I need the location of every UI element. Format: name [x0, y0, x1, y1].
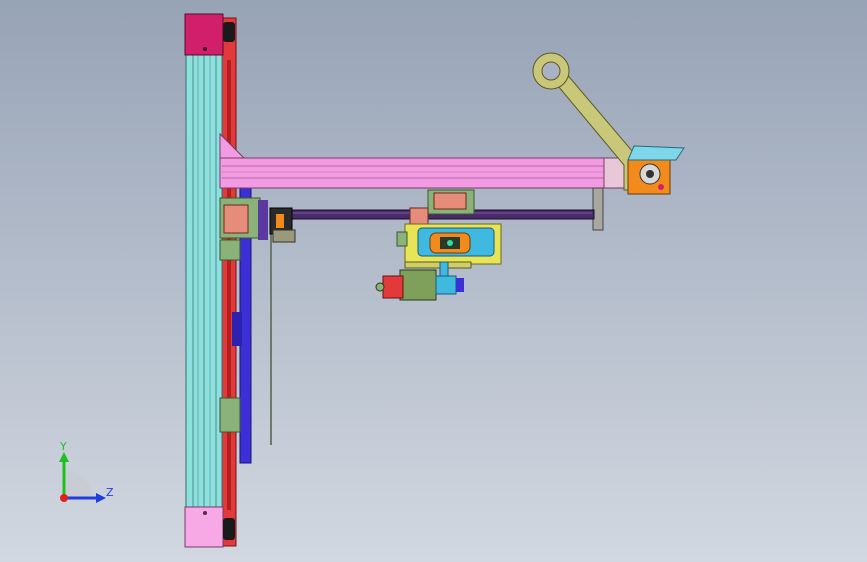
right-support-leg: [592, 187, 604, 231]
blue-side-block: [232, 312, 242, 346]
triad-y-arrow: [59, 452, 69, 462]
carriage-base-strip: [404, 261, 472, 269]
triad-x-axis: [60, 494, 68, 502]
left-drive-salmon: [223, 204, 249, 234]
triad-z-label: Z: [106, 486, 114, 499]
lower-clamp-block: [219, 397, 241, 433]
carriage-left-bracket: [396, 231, 408, 247]
triad-arc: [64, 470, 92, 498]
end-motor-hub: [646, 170, 654, 178]
end-motor-bolt: [658, 184, 664, 190]
carriage-top-salmon: [433, 192, 467, 210]
coupling-orange: [276, 214, 284, 228]
carriage-indicator: [447, 240, 453, 246]
top-cap-screw: [203, 47, 207, 51]
gripper-motor: [399, 269, 437, 301]
triad-y-label: Y: [59, 440, 67, 453]
gripper-cylinder: [435, 275, 457, 295]
gripper-motor-shaft: [375, 282, 385, 292]
gripper-stem: [439, 261, 449, 277]
mid-clamp-block: [219, 239, 241, 261]
cad-viewport[interactable]: Y Z: [0, 0, 867, 562]
end-motor-top: [627, 145, 685, 161]
coupling-clamp: [272, 229, 296, 243]
coordinate-triad: Y Z: [59, 440, 114, 503]
gripper-tip: [456, 278, 464, 292]
horizontal-arm: [219, 157, 629, 189]
bottom-cap-bumper: [223, 518, 235, 540]
triad-z-arrow: [96, 493, 106, 503]
gripper-motor-face: [382, 275, 404, 299]
bottom-cap-screw: [203, 511, 207, 515]
arm-end-plate: [603, 157, 625, 189]
carriage-nut: [409, 207, 429, 225]
red-rail-slot: [227, 60, 231, 510]
lifting-eye-hole: [541, 61, 561, 81]
top-cap-bumper: [223, 22, 235, 42]
purple-coupler: [258, 200, 268, 240]
assembly-model[interactable]: [0, 0, 867, 562]
